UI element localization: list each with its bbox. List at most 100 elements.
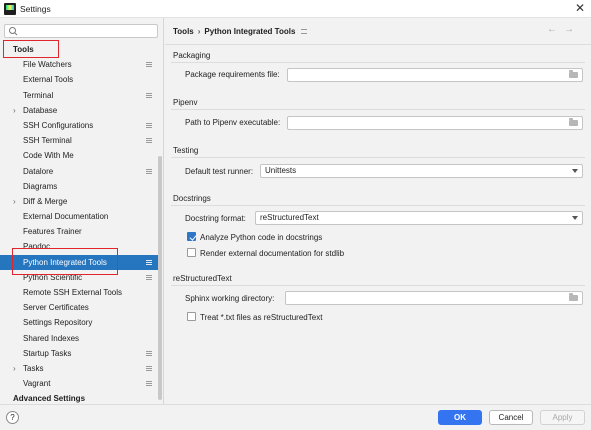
sidebar-item-label: Shared Indexes [23, 333, 80, 343]
pipenv-path-label: Path to Pipenv executable: [185, 118, 281, 127]
sphinx-dir-field[interactable] [285, 291, 583, 305]
project-scope-icon [146, 92, 152, 98]
sidebar-item-ssh-terminal[interactable]: SSH Terminal [0, 133, 158, 148]
treat-txt-rst-label[interactable]: Treat *.txt files as reStructuredText [200, 313, 322, 322]
sidebar-item-ssh-configurations[interactable]: SSH Configurations [0, 118, 158, 133]
sidebar-item-startup-tasks[interactable]: Startup Tasks [0, 346, 158, 361]
sidebar-item-label: Vagrant [23, 379, 51, 389]
project-scope-icon [146, 365, 152, 371]
close-icon[interactable]: ✕ [575, 1, 585, 15]
sidebar-item-datalore[interactable]: Datalore [0, 164, 158, 179]
settings-content: Tools › Python Integrated Tools ←→ Packagi… [165, 18, 591, 404]
docstring-format-select[interactable]: reStructuredText [255, 211, 583, 225]
title-bar: Settings ✕ [0, 0, 591, 18]
section-divider [171, 157, 585, 158]
sidebar-item-label: Diagrams [23, 181, 58, 191]
docstring-format-label: Docstring format: [185, 214, 246, 223]
section-docstrings-title: Docstrings [173, 194, 211, 203]
project-scope-icon [301, 29, 308, 35]
section-divider [171, 109, 585, 110]
section-packaging-title: Packaging [173, 51, 211, 60]
sidebar-item-tasks[interactable]: › Tasks [0, 361, 158, 376]
sidebar-item-label: Diff & Merge [23, 196, 68, 206]
sidebar-item-shared-indexes[interactable]: Shared Indexes [0, 331, 158, 346]
section-rst-title: reStructuredText [173, 274, 232, 283]
sidebar-item-features-trainer[interactable]: Features Trainer [0, 224, 158, 239]
sidebar-item-settings-repository[interactable]: Settings Repository [0, 315, 158, 330]
sidebar-item-code-with-me[interactable]: Code With Me [0, 148, 158, 163]
breadcrumb-parent[interactable]: Tools [173, 27, 194, 36]
project-scope-icon [146, 381, 152, 387]
sidebar-item-file-watchers[interactable]: File Watchers [0, 57, 158, 72]
apply-button[interactable]: Apply [540, 410, 585, 425]
sidebar-item-label: SSH Configurations [23, 120, 94, 130]
default-test-runner-label: Default test runner: [185, 167, 254, 176]
sidebar-item-label: Terminal [23, 90, 54, 100]
project-scope-icon [146, 122, 152, 128]
sidebar-item-external-documentation[interactable]: External Documentation [0, 209, 158, 224]
analyze-docstrings-checkbox[interactable] [187, 232, 196, 241]
cancel-button[interactable]: Cancel [489, 410, 533, 425]
search-input[interactable] [19, 25, 155, 37]
section-pipenv-title: Pipenv [173, 98, 198, 107]
forward-arrow-icon[interactable]: → [564, 24, 581, 35]
sidebar-item-label: SSH Terminal [23, 136, 72, 146]
sidebar-item-label: Code With Me [23, 151, 74, 161]
sidebar-item-vagrant[interactable]: Vagrant [0, 376, 158, 391]
folder-icon[interactable] [569, 293, 578, 301]
pycharm-logo-icon [4, 3, 16, 15]
sidebar-item-terminal[interactable]: Terminal [0, 88, 158, 103]
pipenv-path-field[interactable] [287, 116, 583, 130]
sidebar-scrollbar[interactable] [158, 156, 162, 400]
section-testing-title: Testing [173, 146, 199, 155]
sphinx-dir-label: Sphinx working directory: [185, 294, 275, 303]
render-external-docs-label[interactable]: Render external documentation for stdlib [200, 249, 344, 258]
help-button[interactable]: ? [6, 411, 19, 424]
settings-tree: Tools File Watchers External Tools Terminal… [0, 42, 158, 407]
window-title: Settings [20, 4, 51, 14]
sidebar-item-label: Remote SSH External Tools [23, 288, 123, 297]
chevron-right-icon[interactable]: › [13, 194, 16, 209]
section-divider [171, 285, 585, 286]
highlight-tools-header [3, 40, 59, 58]
sidebar-item-remote-ssh-external-tools[interactable]: Remote SSH External Tools [0, 285, 158, 300]
folder-icon[interactable] [569, 118, 578, 126]
sidebar-item-diff-merge[interactable]: › Diff & Merge [0, 194, 158, 209]
sidebar-item-server-certificates[interactable]: Server Certificates [0, 300, 158, 315]
default-test-runner-select[interactable]: Unittests [260, 164, 583, 178]
project-scope-icon [146, 274, 152, 280]
sidebar-item-database[interactable]: › Database [0, 103, 158, 118]
section-divider [171, 62, 585, 63]
project-scope-icon [146, 138, 152, 144]
analyze-docstrings-label[interactable]: Analyze Python code in docstrings [200, 233, 322, 242]
project-scope-icon [146, 168, 152, 174]
header-divider [165, 44, 591, 45]
chevron-right-icon[interactable]: › [13, 103, 16, 118]
back-arrow-icon[interactable]: ← [547, 24, 564, 35]
sidebar-item-label: Server Certificates [23, 303, 89, 313]
nav-arrows: ←→ [547, 24, 581, 35]
sidebar-item-label: External Documentation [23, 212, 109, 222]
treat-txt-rst-checkbox[interactable] [187, 312, 196, 321]
sidebar-item-label: External Tools [23, 75, 74, 85]
sidebar-item-diagrams[interactable]: Diagrams [0, 179, 158, 194]
sidebar-item-label: Startup Tasks [23, 348, 72, 358]
project-scope-icon [146, 62, 152, 68]
project-scope-icon [146, 350, 152, 356]
folder-icon[interactable] [569, 70, 578, 78]
search-icon [9, 27, 18, 36]
package-requirements-field[interactable] [287, 68, 583, 82]
breadcrumb-current: Python Integrated Tools [204, 27, 296, 36]
sidebar-item-label: File Watchers [23, 60, 72, 70]
search-box[interactable] [4, 24, 158, 38]
ok-button[interactable]: OK [438, 410, 482, 425]
breadcrumb: Tools › Python Integrated Tools [173, 27, 308, 36]
sidebar-item-label: Tasks [23, 363, 44, 373]
chevron-right-icon[interactable]: › [13, 361, 16, 376]
sidebar-item-label: Database [23, 105, 58, 115]
render-external-docs-checkbox[interactable] [187, 248, 196, 257]
sidebar-item-external-tools[interactable]: External Tools [0, 72, 158, 87]
sidebar-item-label: Features Trainer [23, 227, 82, 237]
dialog-footer: ? OK Cancel Apply [0, 404, 591, 430]
sidebar-item-label: Datalore [23, 166, 54, 176]
